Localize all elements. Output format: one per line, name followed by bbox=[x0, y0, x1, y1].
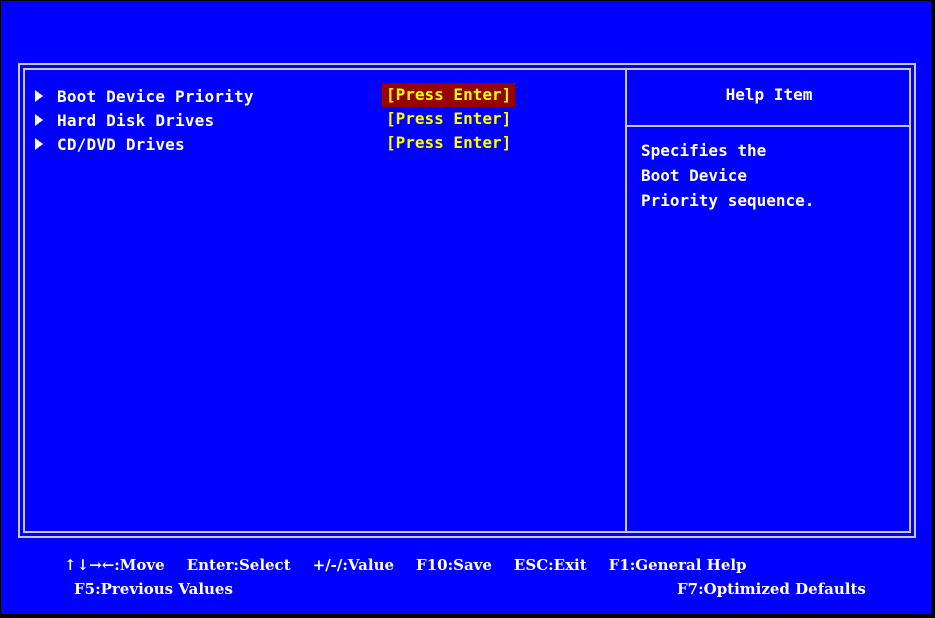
menu-item-label: CD/DVD Drives bbox=[57, 134, 185, 154]
menu-item-value[interactable]: [Press Enter] bbox=[382, 131, 515, 155]
key-hint-general-help: F1:General Help bbox=[608, 556, 747, 574]
menu-item-hard-disk-drives[interactable]: Hard Disk Drives [Press Enter] bbox=[35, 107, 615, 133]
menu-item-boot-device-priority[interactable]: Boot Device Priority [Press Enter] bbox=[35, 83, 615, 109]
help-panel-title: Help Item bbox=[725, 85, 813, 104]
submenu-arrow-icon bbox=[35, 138, 43, 150]
help-panel-text: Specifies the Boot Device Priority seque… bbox=[641, 141, 815, 210]
menu-item-cd-dvd-drives[interactable]: CD/DVD Drives [Press Enter] bbox=[35, 131, 615, 157]
submenu-arrow-icon bbox=[35, 114, 43, 126]
bios-screen: Boot Device Priority [Press Enter] Hard … bbox=[1, 1, 933, 616]
key-hint-optimized-defaults: F7:Optimized Defaults bbox=[677, 580, 866, 598]
panel-divider-vertical bbox=[625, 68, 627, 533]
key-hint-save: F10:Save bbox=[416, 556, 492, 574]
help-divider-horizontal bbox=[627, 125, 911, 127]
menu-item-value[interactable]: [Press Enter] bbox=[382, 107, 515, 131]
submenu-arrow-icon bbox=[35, 90, 43, 102]
key-hint-value: +/-/:Value bbox=[312, 556, 395, 574]
menu-item-label: Boot Device Priority bbox=[57, 86, 254, 106]
key-legend-row-1: ↑↓→←:Move Enter:Select +/-/:Value F10:Sa… bbox=[64, 556, 747, 574]
key-hint-move: ↑↓→←:Move bbox=[64, 556, 165, 574]
key-hint-previous-values: F5:Previous Values bbox=[74, 580, 233, 598]
key-hint-exit: ESC:Exit bbox=[513, 556, 587, 574]
menu-item-label: Hard Disk Drives bbox=[57, 110, 215, 130]
menu-item-value-selected[interactable]: [Press Enter] bbox=[382, 83, 516, 107]
key-hint-select: Enter:Select bbox=[186, 556, 291, 574]
boot-menu-list: Boot Device Priority [Press Enter] Hard … bbox=[35, 83, 615, 157]
